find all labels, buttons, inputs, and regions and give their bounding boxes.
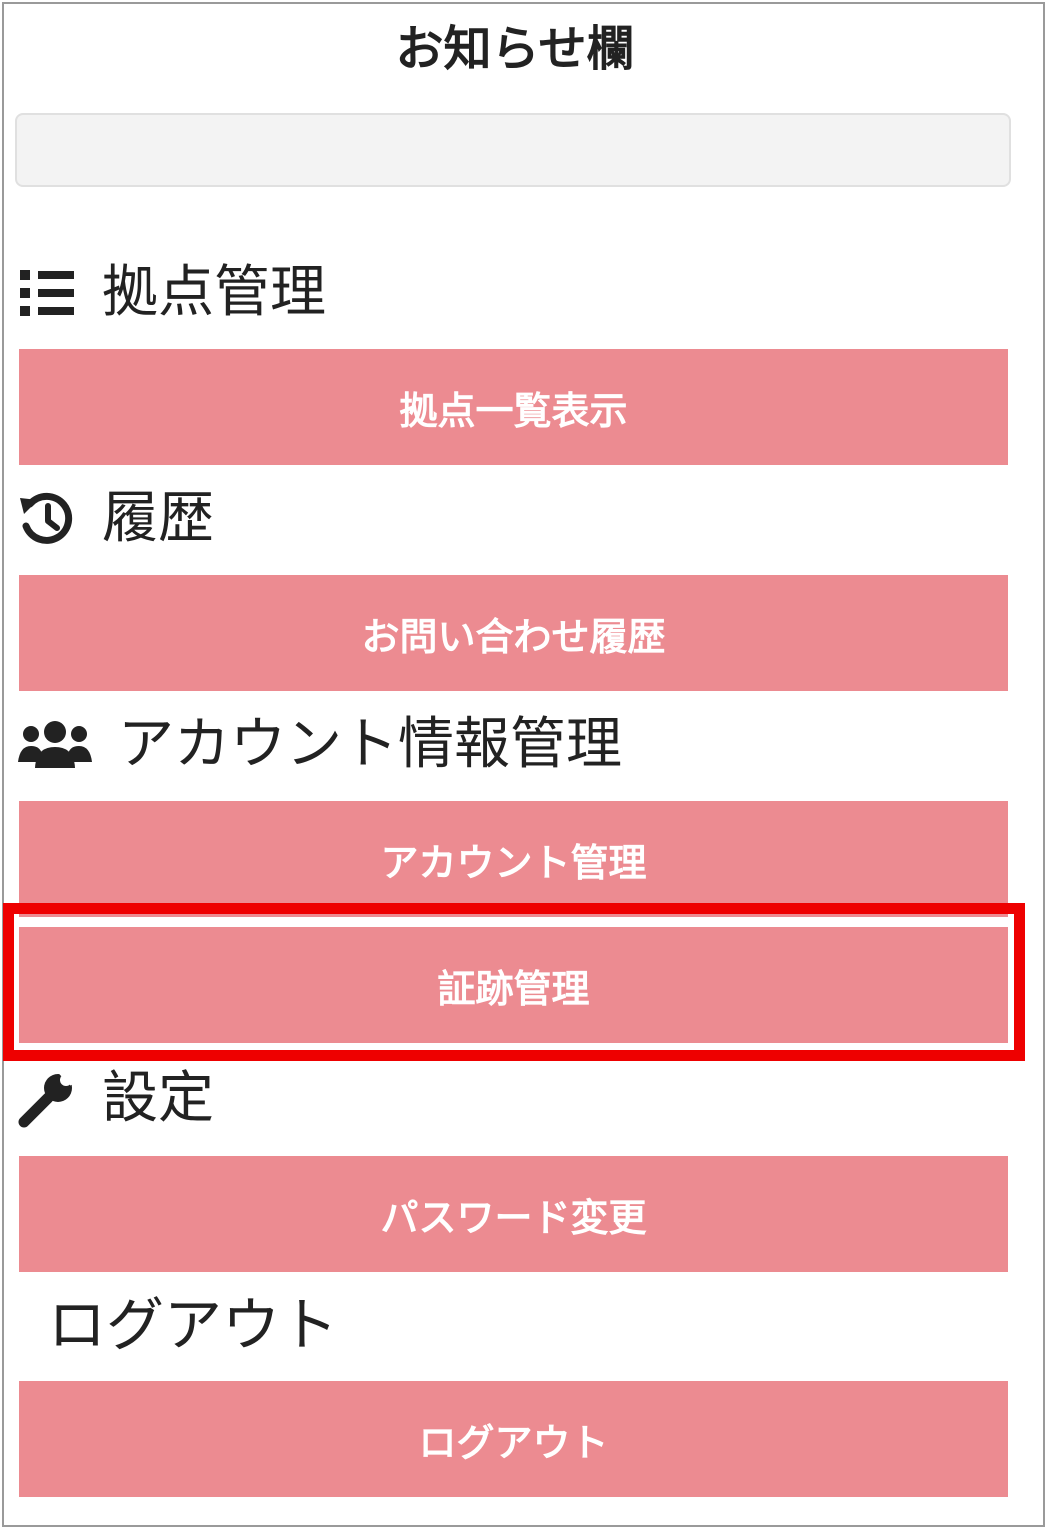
highlight-box [3, 903, 1025, 1061]
section-header-sites: 拠点管理 [18, 258, 326, 328]
section-header-account: アカウント情報管理 [18, 710, 622, 780]
section-label-history: 履歴 [102, 486, 214, 551]
account-management-button[interactable]: アカウント管理 [19, 801, 1008, 917]
change-password-button[interactable]: パスワード変更 [19, 1156, 1008, 1272]
history-icon [18, 490, 76, 548]
section-label-logout: ログアウト [48, 1291, 339, 1359]
section-label-settings: 設定 [102, 1066, 214, 1131]
users-icon [18, 720, 92, 770]
logout-button[interactable]: ログアウト [19, 1381, 1008, 1497]
section-header-settings: 設定 [18, 1064, 214, 1134]
notice-box [15, 113, 1011, 187]
site-list-button[interactable]: 拠点一覧表示 [19, 349, 1008, 465]
section-label-sites: 拠点管理 [102, 260, 326, 325]
list-icon [18, 268, 76, 318]
section-label-account: アカウント情報管理 [118, 712, 622, 777]
notice-title: お知らせ欄 [395, 21, 635, 77]
section-header-history: 履歴 [18, 484, 214, 554]
wrench-icon [18, 1070, 76, 1128]
inquiry-history-button[interactable]: お問い合わせ履歴 [19, 575, 1008, 691]
